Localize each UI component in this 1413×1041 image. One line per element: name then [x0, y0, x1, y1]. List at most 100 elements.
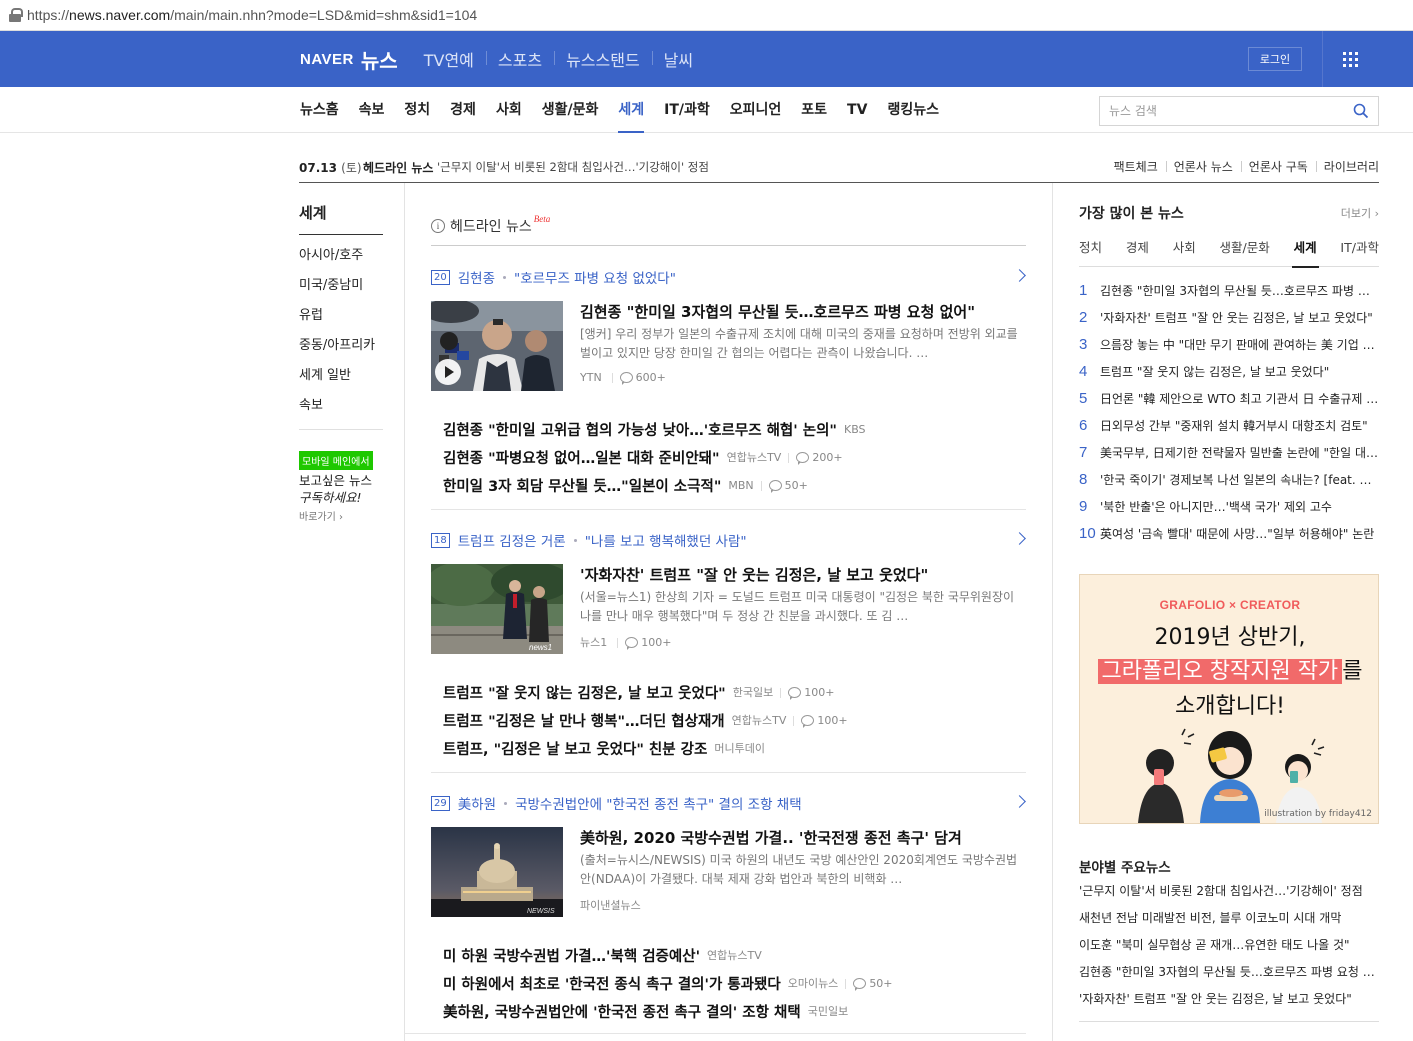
- cluster-quote[interactable]: "호르무즈 파병 요청 없었다": [514, 267, 676, 287]
- library-link[interactable]: 라이브러리: [1315, 158, 1379, 175]
- article-summary[interactable]: [앵커] 우리 정부가 일본의 수출규제 조치에 대해 미국의 중재를 요청하며…: [580, 325, 1026, 363]
- chevron-right-icon[interactable]: [1013, 269, 1026, 282]
- article-summary[interactable]: (출처=뉴시스/NEWSIS) 미국 하원의 내년도 국방 예산안인 2020회…: [580, 851, 1026, 889]
- nav-item-politics[interactable]: 정치: [394, 87, 440, 133]
- article-thumbnail[interactable]: [431, 301, 563, 391]
- address-url[interactable]: https://news.naver.com/main/main.nhn?mod…: [27, 7, 477, 23]
- tab-world[interactable]: 세계: [1291, 236, 1319, 268]
- chevron-right-icon[interactable]: [1013, 795, 1026, 808]
- info-icon[interactable]: i: [431, 219, 445, 233]
- cluster-header[interactable]: 18 트럼프 김정은 거론 "나를 보고 행복해했던 사람": [431, 528, 1026, 552]
- nav-item-photo[interactable]: 포토: [791, 87, 837, 133]
- ranking-item[interactable]: 9 '북한 반출'은 아니지만…'백색 국가' 제외 고수: [1079, 493, 1379, 520]
- play-icon[interactable]: [435, 359, 461, 385]
- comment-count[interactable]: 100+: [617, 636, 671, 650]
- left-nav-item-europe[interactable]: 유럽: [299, 301, 383, 331]
- cluster-name[interactable]: 트럼프 김정은 거론: [458, 530, 566, 550]
- cluster-quote[interactable]: 국방수권법안에 "한국전 종전 촉구" 결의 조항 채택: [515, 793, 802, 813]
- rank-title[interactable]: 日언론 "韓 제안으로 WTO 최고 기관서 日 수출규제 논의": [1100, 390, 1379, 407]
- comment-count[interactable]: 100+: [793, 714, 848, 728]
- comment-count[interactable]: 200+: [788, 451, 843, 465]
- grafolio-ad-banner[interactable]: GRAFOLIO × CREATOR 2019년 상반기, 그라폴리오 창작지원…: [1079, 574, 1379, 824]
- comment-count[interactable]: 100+: [780, 686, 834, 700]
- nav-item-world[interactable]: 세계: [608, 87, 654, 133]
- ranking-item[interactable]: 8 '한국 죽이기' 경제보복 나선 일본의 속내는? [feat. 아베]: [1079, 466, 1379, 493]
- rank-title[interactable]: '자화자찬' 트럼프 "잘 안 웃는 김정은, 날 보고 웃었다": [1100, 309, 1379, 326]
- tab-politics[interactable]: 정치: [1079, 236, 1102, 267]
- article-title[interactable]: '자화자찬' 트럼프 "잘 안 웃는 김정은, 날 보고 웃었다": [580, 564, 928, 585]
- comment-count[interactable]: 50+: [760, 479, 808, 493]
- nav-item-home[interactable]: 뉴스홈: [290, 87, 349, 133]
- nav-item-tv[interactable]: TV: [837, 87, 877, 133]
- rank-title[interactable]: '한국 죽이기' 경제보복 나선 일본의 속내는? [feat. 아베]: [1100, 471, 1379, 488]
- rank-title[interactable]: 美국무부, 日제기한 전략물자 밀반출 논란에 "한일 대화 권장": [1100, 444, 1379, 461]
- related-article[interactable]: 김현종 "한미일 고위급 협의 가능성 낮아…'호르무즈 해협' 논의" KBS: [443, 415, 1026, 443]
- rank-title[interactable]: 日외무성 간부 "중재위 설치 韓거부시 대항조치 검토": [1100, 417, 1379, 434]
- comment-count[interactable]: 50+: [845, 977, 893, 991]
- article-summary[interactable]: (서울=뉴스1) 한상희 기자 = 도널드 트럼프 미국 대통령이 "김정은 북…: [580, 588, 1026, 626]
- related-article[interactable]: 트럼프, "김정은 날 보고 웃었다" 친분 강조 머니투데이: [443, 734, 1026, 762]
- login-button[interactable]: 로그인: [1248, 47, 1302, 71]
- nav-item-opinion[interactable]: 오피니언: [720, 87, 792, 133]
- ranking-item[interactable]: 3 으름장 놓는 中 "대만 무기 판매에 관여하는 美 기업 제재": [1079, 331, 1379, 358]
- article-thumbnail[interactable]: NEWSIS: [431, 827, 563, 917]
- headline-ticker[interactable]: '근무지 이탈'서 비롯된 2함대 침입사건…'기강해이' 정점: [437, 159, 709, 175]
- section-news-item[interactable]: 이도훈 "북미 실무협상 곧 재개…유연한 태도 나올 것": [1079, 932, 1379, 959]
- ranking-item[interactable]: 7 美국무부, 日제기한 전략물자 밀반출 논란에 "한일 대화 권장": [1079, 439, 1379, 466]
- related-article[interactable]: 미 하원 국방수권법 가결…'북핵 검증예산' 연합뉴스TV: [443, 941, 1026, 969]
- nav-item-breaking[interactable]: 속보: [349, 87, 395, 133]
- service-link-weather[interactable]: 날씨: [651, 47, 705, 71]
- nav-item-life[interactable]: 생활/문화: [532, 87, 609, 133]
- left-nav-item-asia[interactable]: 아시아/호주: [299, 241, 383, 271]
- service-link-newsstand[interactable]: 뉴스스탠드: [554, 47, 652, 71]
- cluster-header[interactable]: 20 김현종 "호르무즈 파병 요청 없었다": [431, 265, 1026, 289]
- cluster-header[interactable]: 29 美하원 국방수권법안에 "한국전 종전 촉구" 결의 조항 채택: [431, 791, 1026, 815]
- rank-title[interactable]: 트럼프 "잘 웃지 않는 김정은, 날 보고 웃었다": [1100, 363, 1379, 380]
- related-article[interactable]: 트럼프 "김정은 날 만나 행복"…더딘 협상재개 연합뉴스TV 100+: [443, 706, 1026, 734]
- tab-life[interactable]: 생활/문화: [1220, 236, 1270, 267]
- left-nav-item-mideast[interactable]: 중동/아프리카: [299, 331, 383, 361]
- news-logo[interactable]: 뉴스: [361, 45, 398, 74]
- press-news-link[interactable]: 언론사 뉴스: [1165, 158, 1241, 175]
- ranking-item[interactable]: 6 日외무성 간부 "중재위 설치 韓거부시 대항조치 검토": [1079, 412, 1379, 439]
- section-news-item[interactable]: '자화자찬' 트럼프 "잘 안 웃는 김정은, 날 보고 웃었다": [1079, 986, 1379, 1013]
- rank-title[interactable]: '북한 반출'은 아니지만…'백색 국가' 제외 고수: [1100, 498, 1379, 515]
- section-news-item[interactable]: '근무지 이탈'서 비롯된 2함대 침입사건…'기강해이' 정점: [1079, 878, 1379, 905]
- press-subscribe-link[interactable]: 언론사 구독: [1240, 158, 1316, 175]
- left-nav-item-america[interactable]: 미국/중남미: [299, 271, 383, 301]
- article-thumbnail[interactable]: news1: [431, 564, 563, 654]
- rank-title[interactable]: 김현종 "한미일 3자협의 무산될 듯…호르무즈 파병 요청 없어": [1100, 282, 1379, 299]
- factcheck-link[interactable]: 팩트체크: [1106, 158, 1166, 175]
- browser-address-bar[interactable]: https://news.naver.com/main/main.nhn?mod…: [0, 0, 1413, 31]
- cluster-quote[interactable]: "나를 보고 행복해했던 사람": [585, 530, 747, 550]
- tab-it[interactable]: IT/과학: [1340, 236, 1379, 267]
- tab-society[interactable]: 사회: [1173, 236, 1196, 267]
- service-link-sports[interactable]: 스포츠: [485, 47, 554, 71]
- ranking-item[interactable]: 1 김현종 "한미일 3자협의 무산될 듯…호르무즈 파병 요청 없어": [1079, 277, 1379, 304]
- app-menu-icon[interactable]: [1343, 52, 1358, 67]
- rank-title[interactable]: 英여성 '금속 빨대' 때문에 사망…"일부 허용해야" 논란: [1100, 525, 1379, 542]
- rank-title[interactable]: 으름장 놓는 中 "대만 무기 판매에 관여하는 美 기업 제재": [1100, 336, 1379, 353]
- naver-logo[interactable]: NAVER: [300, 51, 354, 68]
- search-icon[interactable]: [1353, 103, 1369, 119]
- nav-item-it[interactable]: IT/과학: [654, 87, 720, 133]
- nav-item-ranking[interactable]: 랭킹뉴스: [877, 87, 949, 133]
- service-link-tv[interactable]: TV연예: [412, 47, 486, 71]
- comment-count[interactable]: 600+: [611, 371, 666, 385]
- related-article[interactable]: 트럼프 "잘 웃지 않는 김정은, 날 보고 웃었다" 한국일보 100+: [443, 678, 1026, 706]
- section-news-item[interactable]: 김현종 "한미일 3자협의 무산될 듯…호르무즈 파병 요청 없어": [1079, 959, 1379, 986]
- left-nav-item-breaking[interactable]: 속보: [299, 391, 383, 421]
- article-title[interactable]: 美하원, 2020 국방수권법 가결.. '한국전쟁 종전 촉구' 담겨: [580, 827, 962, 848]
- ranking-item[interactable]: 5 日언론 "韓 제안으로 WTO 최고 기관서 日 수출규제 논의": [1079, 385, 1379, 412]
- ranking-item[interactable]: 10 英여성 '금속 빨대' 때문에 사망…"일부 허용해야" 논란: [1079, 520, 1379, 547]
- mobile-subscribe-promo[interactable]: 보고싶은 뉴스 구독하세요!: [299, 472, 389, 506]
- search-input[interactable]: [1100, 104, 1340, 118]
- more-link[interactable]: 더보기 ›: [1341, 205, 1379, 221]
- ranking-item[interactable]: 2 '자화자찬' 트럼프 "잘 안 웃는 김정은, 날 보고 웃었다": [1079, 304, 1379, 331]
- related-article[interactable]: 미 하원에서 최초로 '한국전 종식 촉구 결의'가 통과됐다 오마이뉴스 50+: [443, 969, 1026, 997]
- cluster-name[interactable]: 김현종: [458, 267, 495, 287]
- related-article[interactable]: 김현종 "파병요청 없어…일본 대화 준비안돼" 연합뉴스TV 200+: [443, 443, 1026, 471]
- chevron-right-icon[interactable]: [1013, 532, 1026, 545]
- left-nav-item-general[interactable]: 세계 일반: [299, 361, 383, 391]
- section-news-item[interactable]: 새천년 전남 미래발전 비전, 블루 이코노미 시대 개막: [1079, 905, 1379, 932]
